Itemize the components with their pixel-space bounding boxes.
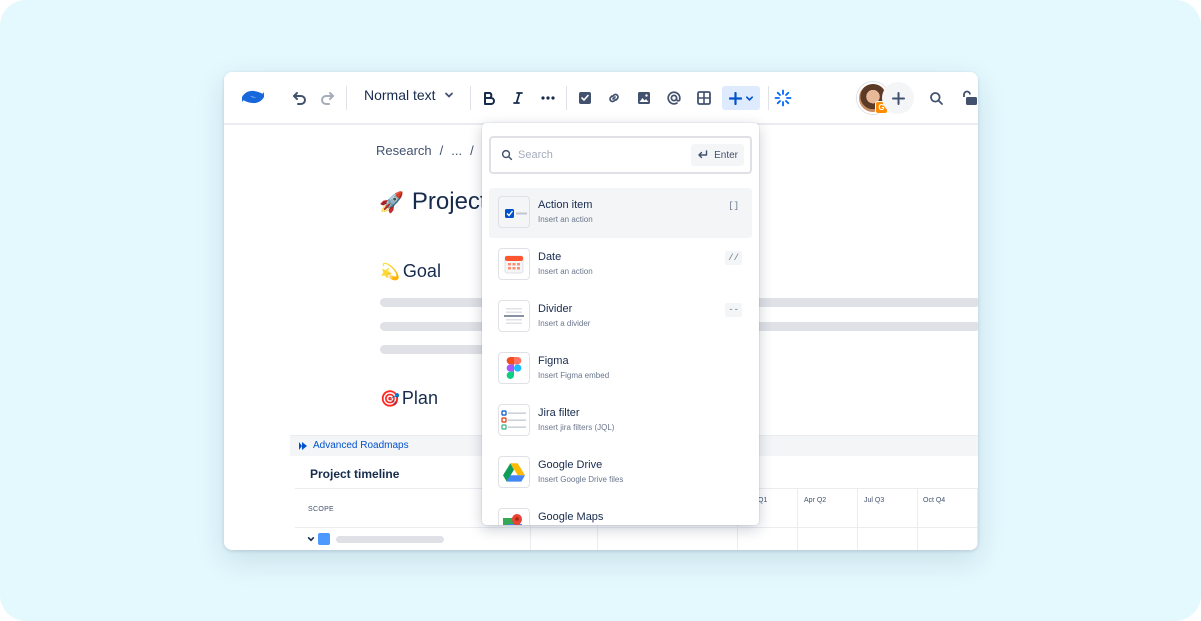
search-box[interactable]: Enter bbox=[489, 136, 752, 174]
menu-item-description: Insert an action bbox=[538, 215, 593, 224]
menu-item-title: Date bbox=[538, 251, 562, 263]
plan-heading: 🎯 Plan bbox=[380, 388, 438, 409]
more-formatting-icon[interactable] bbox=[537, 86, 559, 110]
grid-divider bbox=[857, 489, 858, 550]
confluence-logo-icon[interactable] bbox=[240, 85, 266, 109]
goal-heading-text: Goal bbox=[402, 261, 441, 281]
text-style-dropdown[interactable]: Normal text bbox=[364, 87, 454, 103]
menu-item-title: Jira filter bbox=[538, 407, 580, 419]
chevron-down-icon[interactable] bbox=[307, 535, 315, 543]
image-icon[interactable] bbox=[633, 86, 655, 110]
text-style-label: Normal text bbox=[364, 87, 436, 103]
calendar-icon bbox=[498, 248, 530, 280]
divider-icon bbox=[498, 300, 530, 332]
link-icon[interactable] bbox=[603, 86, 625, 110]
menu-item-action-item[interactable]: Action item Insert an action [] bbox=[489, 188, 752, 238]
breadcrumb-separator: / bbox=[470, 143, 474, 158]
chevron-down-icon bbox=[745, 95, 753, 101]
quarter-label: Jul Q3 bbox=[864, 497, 885, 504]
page-title: 🚀 Project bbox=[379, 188, 487, 216]
menu-item-google-maps[interactable]: Google Maps bbox=[489, 500, 752, 525]
chevron-down-icon bbox=[444, 92, 453, 98]
google-drive-icon bbox=[498, 456, 530, 488]
menu-item-title: Google Maps bbox=[538, 511, 604, 523]
menu-item-title: Google Drive bbox=[538, 459, 603, 471]
breadcrumb-separator: / bbox=[439, 143, 444, 158]
breadcrumb-item[interactable]: Research bbox=[376, 143, 432, 158]
toolbar-divider bbox=[346, 86, 347, 110]
menu-item-title: Divider bbox=[538, 303, 573, 315]
scope-column-header: SCOPE bbox=[308, 506, 335, 513]
menu-item-divider[interactable]: Divider Insert a divider -- bbox=[489, 292, 752, 342]
unlock-icon[interactable] bbox=[960, 86, 978, 110]
grid-divider bbox=[917, 489, 918, 550]
menu-item-date[interactable]: Date Insert an action // bbox=[489, 240, 752, 290]
menu-item-description: Insert jira filters (JQL) bbox=[538, 423, 615, 432]
roadmap-label-text: Advanced Roadmaps bbox=[313, 440, 409, 451]
toolbar-divider bbox=[768, 86, 769, 110]
table-icon[interactable] bbox=[693, 86, 715, 110]
italic-icon[interactable] bbox=[507, 86, 529, 110]
quarter-label: Q1 bbox=[758, 497, 768, 504]
redo-icon[interactable] bbox=[317, 86, 339, 110]
editor-toolbar: Normal text G bbox=[224, 72, 978, 125]
plan-heading-text: Plan bbox=[401, 388, 438, 408]
grid-divider bbox=[977, 489, 978, 550]
timeline-title: Project timeline bbox=[310, 467, 400, 481]
epic-icon bbox=[318, 533, 330, 545]
menu-item-description: Insert Figma embed bbox=[538, 371, 610, 380]
add-collaborator-button[interactable] bbox=[882, 82, 914, 114]
enter-label: Enter bbox=[714, 149, 738, 161]
placeholder-text-line bbox=[380, 345, 490, 354]
placeholder-text-line bbox=[336, 536, 444, 543]
grid-divider bbox=[797, 489, 798, 550]
menu-item-figma[interactable]: Figma Insert Figma embed bbox=[489, 344, 752, 394]
jira-filter-icon bbox=[498, 404, 530, 436]
menu-item-description: Insert an action bbox=[538, 267, 593, 276]
breadcrumb-item[interactable]: ... bbox=[451, 143, 462, 158]
checkbox-icon[interactable] bbox=[574, 86, 596, 110]
dizzy-emoji: 💫 bbox=[380, 263, 400, 281]
bold-icon[interactable] bbox=[478, 86, 500, 110]
figma-icon bbox=[498, 352, 530, 384]
action-item-icon bbox=[498, 196, 530, 228]
ai-sparkle-icon[interactable] bbox=[772, 86, 794, 110]
menu-item-description: Insert a divider bbox=[538, 319, 591, 328]
search-icon[interactable] bbox=[925, 86, 947, 110]
quarter-label: Oct Q4 bbox=[923, 497, 946, 504]
enter-key-icon bbox=[698, 150, 708, 159]
search-icon bbox=[501, 149, 513, 161]
google-maps-icon bbox=[498, 508, 530, 525]
enter-key-hint: Enter bbox=[691, 144, 744, 166]
rocket-emoji: 🚀 bbox=[379, 191, 404, 214]
quarter-label: Apr Q2 bbox=[804, 497, 827, 504]
toolbar-divider bbox=[470, 86, 471, 110]
insert-menu: Enter Action item Insert an action [] Da… bbox=[482, 123, 759, 525]
mention-icon[interactable] bbox=[663, 86, 685, 110]
menu-item-shortcut: // bbox=[725, 251, 742, 265]
undo-icon[interactable] bbox=[288, 86, 310, 110]
page-title-text: Project bbox=[411, 188, 487, 215]
target-emoji: 🎯 bbox=[380, 390, 400, 408]
menu-item-shortcut: [] bbox=[725, 199, 742, 213]
menu-item-google-drive[interactable]: Google Drive Insert Google Drive files bbox=[489, 448, 752, 498]
toolbar-divider bbox=[566, 86, 567, 110]
grid-row-divider bbox=[295, 527, 978, 528]
menu-item-description: Insert Google Drive files bbox=[538, 475, 624, 484]
search-input[interactable] bbox=[518, 146, 678, 164]
menu-item-jira-filter[interactable]: Jira filter Insert jira filters (JQL) bbox=[489, 396, 752, 446]
plus-icon bbox=[728, 91, 742, 105]
menu-item-shortcut: -- bbox=[725, 303, 742, 317]
roadmap-label[interactable]: Advanced Roadmaps bbox=[298, 440, 409, 451]
roadmap-icon bbox=[299, 441, 307, 450]
plus-icon bbox=[891, 91, 905, 105]
goal-heading: 💫 Goal bbox=[380, 261, 441, 282]
breadcrumb: Research / ... / Pr bbox=[376, 143, 495, 158]
insert-menu-button[interactable] bbox=[722, 86, 760, 110]
menu-item-title: Figma bbox=[538, 355, 569, 367]
menu-item-title: Action item bbox=[538, 199, 593, 211]
